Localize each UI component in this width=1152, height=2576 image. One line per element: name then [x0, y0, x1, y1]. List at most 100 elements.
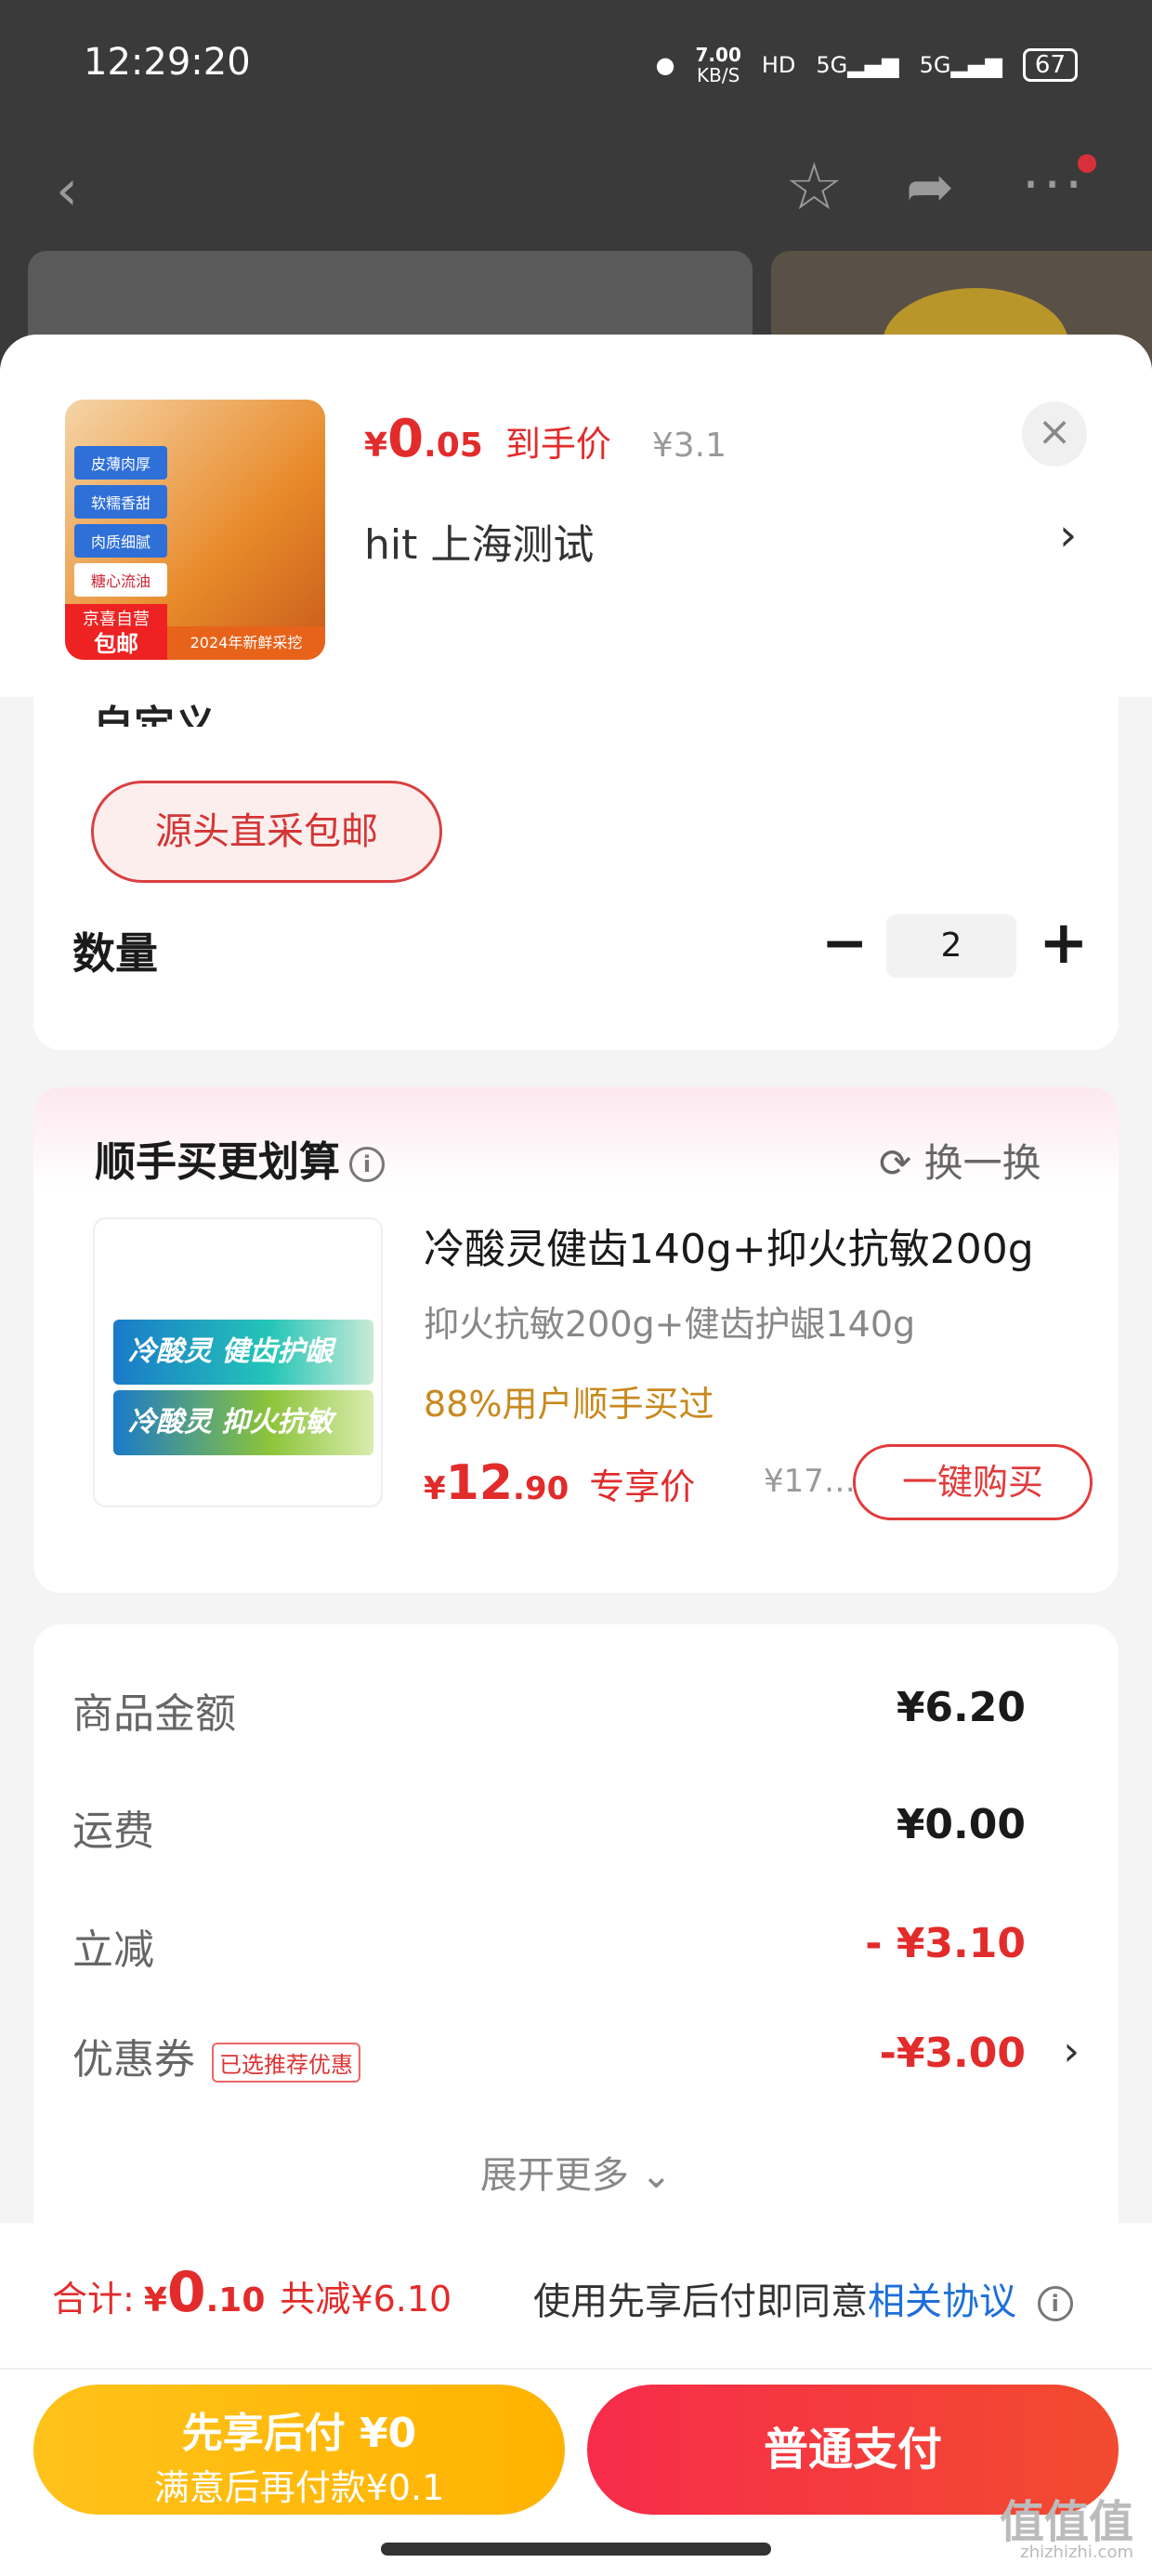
recommend-title-text: 顺手买更划算	[95, 1138, 340, 1186]
summary-value: ¥6.20	[896, 1684, 1026, 1731]
normal-pay-button[interactable]: 普通支付	[587, 2385, 1119, 2515]
pay-later-title: 先享后付 ¥0	[181, 2410, 417, 2457]
divider	[0, 2368, 1152, 2370]
thumb-tag: 皮薄肉厚	[74, 446, 167, 480]
info-icon[interactable]: i	[349, 1147, 385, 1182]
recommend-card: 顺手买更划算 i ⟳ 换一换 冷酸灵 健齿护龈 冷酸灵 抑火抗敏 冷酸灵健齿140…	[33, 1087, 1119, 1593]
net1-label: 5G	[816, 52, 848, 78]
coupon-tag: 已选推荐优惠	[212, 2042, 360, 2083]
refresh-icon: ⟳	[879, 1140, 912, 1186]
agreement-link[interactable]: 相关协议	[868, 2280, 1016, 2323]
swap-button[interactable]: ⟳ 换一换	[879, 1132, 1041, 1189]
location-icon: ●	[655, 52, 675, 78]
recommend-tag: 88%用户顺手买过	[424, 1384, 714, 1425]
watermark-text: 值值值	[999, 2496, 1133, 2548]
coupon-label-text: 优惠券	[72, 2036, 195, 2083]
summary-label: 商品金额	[72, 1690, 236, 1738]
home-indicator[interactable]	[381, 2543, 771, 2556]
summary-row: 商品金额 ¥6.20	[72, 1680, 1080, 1745]
watermark-sub: zhizhizhi.com	[1020, 2543, 1133, 2562]
thumb-tag: 糖心流油	[74, 563, 167, 597]
info-icon[interactable]: i	[1037, 2286, 1073, 2321]
background-nav: ‹ ☆ ➦ ···	[0, 139, 1152, 242]
status-icons: ● 7.00 KB/S HD 5G▂▄▆ 5G▂▄▆ 67	[656, 45, 1078, 85]
net-speed-value: 7.00	[695, 44, 741, 66]
coupon-row[interactable]: 优惠券 已选推荐优惠 -¥3.00 ›	[72, 2026, 1080, 2091]
notification-dot	[1078, 154, 1096, 173]
coupon-value: -¥3.00	[879, 2030, 1026, 2077]
star-icon: ☆	[785, 149, 844, 225]
battery-icon: 67	[1022, 48, 1078, 82]
summary-label: 运费	[72, 1807, 154, 1855]
share-icon: ➦	[906, 152, 954, 220]
chevron-right-icon[interactable]: ›	[1059, 509, 1077, 561]
net2-label: 5G	[919, 52, 951, 78]
signal-icon-1: 5G▂▄▆	[816, 52, 899, 78]
summary-row: 立减 - ¥3.10	[72, 1916, 1080, 1981]
status-bar: 12:29:20 ● 7.00 KB/S HD 5G▂▄▆ 5G▂▄▆ 67	[0, 0, 1152, 130]
spec-option-chip[interactable]: 源头直采包邮	[91, 781, 442, 883]
expand-more-button[interactable]: 展开更多 ⌄	[33, 2145, 1119, 2199]
coupon-label: 优惠券 已选推荐优惠	[72, 2026, 360, 2085]
net-speed-unit: KB/S	[697, 64, 740, 86]
price-dec: .05	[424, 427, 483, 465]
total-int: 0	[166, 2260, 206, 2325]
summary-card: 商品金额 ¥6.20 运费 ¥0.00 立减 - ¥3.10 优惠券 已选推荐优惠…	[33, 1624, 1119, 2275]
quantity-label: 数量	[72, 928, 158, 979]
total-currency: ¥	[143, 2281, 167, 2320]
rec-price-dec: .90	[513, 1470, 569, 1507]
rec-price-int: 12	[445, 1455, 514, 1511]
hd-icon: HD	[761, 52, 796, 78]
thumb-year: 2024年新鲜采挖	[167, 626, 325, 660]
thumb-tag: 肉质细腻	[74, 524, 167, 558]
network-speed: 7.00 KB/S	[696, 45, 741, 85]
total-label: 合计:	[52, 2279, 135, 2320]
quantity-plus-button[interactable]: +	[1039, 909, 1089, 978]
product-thumbnail: 皮薄肉厚 软糯香甜 肉质细腻 糖心流油 京喜自营 包邮 2024年新鲜采挖	[65, 400, 325, 660]
price-int: 0	[387, 409, 425, 469]
summary-label: 立减	[72, 1926, 154, 1974]
total-dec: .10	[205, 2281, 266, 2320]
toothpaste-pack: 冷酸灵 健齿护龈	[113, 1320, 373, 1385]
more-icon: ···	[1022, 152, 1087, 217]
close-icon: ×	[1037, 408, 1072, 455]
sheet-header: 皮薄肉厚 软糯香甜 肉质细腻 糖心流油 京喜自营 包邮 2024年新鲜采挖 ¥ …	[0, 335, 1152, 697]
delivery-address[interactable]: hit 上海测试	[364, 511, 594, 571]
back-icon: ‹	[56, 158, 78, 223]
checkout-bar: 合计: ¥ 0 .10 共减¥6.10 使用先享后付即同意相关协议 i 先享后付…	[0, 2223, 1152, 2576]
swap-label: 换一换	[923, 1140, 1041, 1186]
toothpaste-pack: 冷酸灵 抑火抗敏	[113, 1390, 373, 1455]
pay-later-sub: 满意后再付款¥0.1	[153, 2467, 445, 2508]
close-button[interactable]: ×	[1022, 401, 1087, 467]
thumb-badge-small: 京喜自营	[83, 610, 150, 629]
quantity-minus-button[interactable]: −	[821, 911, 868, 976]
signal-icon-2: 5G▂▄▆	[919, 52, 1002, 78]
thumb-badge-main: 包邮	[94, 631, 138, 657]
thumb-tags: 皮薄肉厚 软糯香甜 肉质细腻 糖心流油	[74, 446, 167, 597]
spec-title: 自定义	[93, 703, 216, 727]
recommend-name[interactable]: 冷酸灵健齿140g+抑火抗敏200g	[424, 1216, 1093, 1275]
recommend-price: ¥ 12 .90 专享价	[424, 1455, 695, 1511]
product-price: ¥ 0 .05 到手价 ¥3.1	[364, 409, 727, 469]
summary-value: - ¥3.10	[865, 1920, 1026, 1967]
watermark: 值值值 zhizhizhi.com	[1000, 2500, 1133, 2563]
status-time: 12:29:20	[84, 41, 251, 84]
recommend-original-price: ¥17…	[764, 1463, 856, 1500]
recommend-thumbnail[interactable]: 冷酸灵 健齿护龈 冷酸灵 抑火抗敏	[93, 1217, 383, 1507]
total-price: 合计: ¥ 0 .10 共减¥6.10	[52, 2260, 452, 2325]
quantity-input[interactable]: 2	[886, 914, 1016, 978]
spec-card: 自定义 源头直采包邮 数量 − 2 +	[33, 697, 1119, 1050]
summary-value: ¥0.00	[896, 1801, 1026, 1848]
thumb-badge: 京喜自营 包邮	[65, 604, 167, 660]
agreement-text: 使用先享后付即同意相关协议 i	[533, 2271, 1073, 2325]
price-currency: ¥	[364, 427, 388, 465]
chevron-right-icon[interactable]: ›	[1063, 2028, 1080, 2075]
agreement-prefix: 使用先享后付即同意	[533, 2280, 868, 2323]
one-click-buy-button[interactable]: 一键购买	[853, 1444, 1093, 1520]
total-discount: 共减¥6.10	[280, 2279, 452, 2320]
pay-later-button[interactable]: 先享后付 ¥0 满意后再付款¥0.1	[33, 2385, 565, 2515]
recommend-title: 顺手买更划算 i	[95, 1128, 385, 1188]
rec-price-label: 专享价	[589, 1466, 696, 1507]
recommend-sub: 抑火抗敏200g+健齿护龈140g	[424, 1304, 916, 1345]
thumb-tag: 软糯香甜	[74, 485, 167, 519]
